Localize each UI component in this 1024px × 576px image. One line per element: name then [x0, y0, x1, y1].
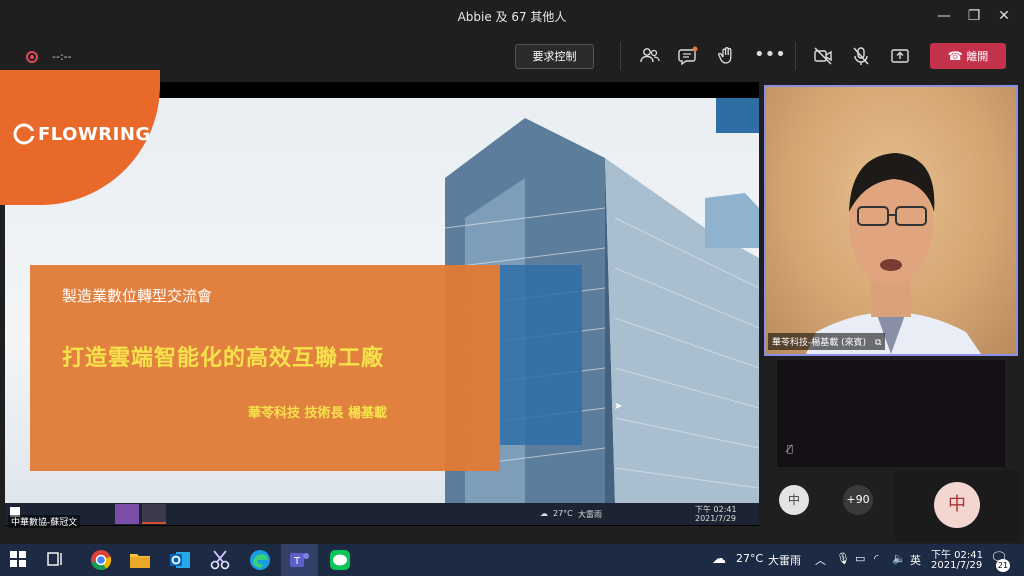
windows-start-icon[interactable] — [10, 551, 26, 567]
more-participants-badge[interactable]: +90 — [843, 485, 873, 515]
presenter-teams-icon — [115, 504, 139, 524]
flowring-logo-icon — [13, 123, 36, 145]
chrome-icon[interactable] — [88, 547, 114, 573]
toolbar-divider — [795, 42, 796, 70]
slide-title: 打造雲端智能化的高效互聯工廠 — [62, 346, 385, 371]
speaker-figure — [806, 153, 981, 354]
wifi-icon[interactable]: ◜ — [874, 552, 878, 565]
notification-count: 21 — [996, 559, 1010, 572]
volume-icon[interactable]: 🔈 — [892, 552, 906, 565]
close-icon[interactable]: ✕ — [994, 6, 1014, 26]
line-icon[interactable] — [327, 547, 353, 573]
toolbar-divider — [620, 42, 621, 70]
muted-mic-icon: 🎙̸ — [787, 444, 794, 455]
weather-desc[interactable]: 大雷雨 — [768, 552, 801, 568]
presenter-weather-temp: 27°C — [553, 509, 573, 518]
teams-icon[interactable]: T — [286, 547, 312, 573]
ime-indicator[interactable]: 英 — [910, 552, 921, 568]
presenter-powerpoint-icon — [142, 504, 166, 524]
window-title: Abbie 及 67 其他人 — [457, 10, 567, 24]
battery-icon[interactable]: ▭ — [855, 552, 865, 565]
edge-icon[interactable] — [247, 547, 273, 573]
chat-icon[interactable] — [677, 45, 699, 67]
participant-status-icon: ⧉ — [875, 338, 882, 348]
camera-off-icon[interactable] — [812, 45, 834, 67]
participant-name-label: 華苓科技-楊基載 (來賓) ⧉ — [768, 333, 886, 350]
presenter-caption: 中華數協-蘇冠文 — [8, 515, 81, 528]
presenter-weather-desc: 大雷雨 — [578, 510, 602, 519]
participant-video[interactable] — [764, 85, 1018, 356]
share-screen-icon[interactable] — [889, 45, 911, 67]
weather-icon[interactable]: ☁ — [712, 551, 726, 567]
participant-name: 華苓科技-楊基載 (來賓) — [772, 338, 867, 348]
slide-author: 華苓科技 技術長 楊基載 — [248, 406, 388, 421]
svg-text:T: T — [293, 556, 301, 567]
weather-temp[interactable]: 27°C — [736, 552, 763, 565]
recording-icon — [26, 51, 38, 63]
meeting-timer: --:-- — [52, 50, 72, 63]
task-view-icon[interactable] — [47, 551, 65, 567]
logo-text: FLOWRING — [38, 124, 151, 145]
leave-label: 離開 — [966, 50, 989, 63]
clock-time[interactable]: 下午 02:41 — [931, 546, 983, 561]
title-bar: Abbie 及 67 其他人 — ❐ ✕ — [0, 0, 1024, 32]
show-hidden-icons-icon[interactable]: ︿ — [815, 552, 826, 568]
snipping-tool-icon[interactable] — [207, 547, 233, 573]
accent-panel — [500, 265, 582, 445]
presenter-clock-date: 2021/7/29 — [695, 514, 737, 523]
request-control-button[interactable]: 要求控制 — [515, 44, 594, 69]
participant-tile-dark[interactable]: 🎙̸ — [777, 360, 1005, 467]
leave-button[interactable]: ☎ 離開 — [930, 43, 1006, 69]
phone-hangup-icon: ☎ — [947, 49, 963, 63]
presenter-weather-icon: ☁ — [540, 509, 548, 518]
mouse-cursor-icon: ➤ — [614, 401, 623, 412]
mic-off-icon[interactable] — [850, 45, 872, 67]
raise-hand-icon[interactable] — [716, 45, 738, 67]
minimize-icon[interactable]: — — [934, 6, 954, 26]
participant-avatar[interactable]: 中 — [779, 485, 809, 515]
participants-icon[interactable] — [639, 45, 661, 67]
self-avatar: 中 — [934, 482, 980, 528]
windows-taskbar — [0, 544, 1024, 576]
file-explorer-icon[interactable] — [127, 547, 153, 573]
restore-icon[interactable]: ❐ — [964, 6, 984, 26]
microphone-icon[interactable]: 🎙 — [836, 552, 850, 565]
outlook-icon[interactable] — [167, 547, 193, 573]
more-options-icon[interactable]: ••• — [754, 44, 786, 66]
clock-date[interactable]: 2021/7/29 — [931, 560, 982, 571]
slide-subtitle: 製造業數位轉型交流會 — [62, 287, 213, 305]
